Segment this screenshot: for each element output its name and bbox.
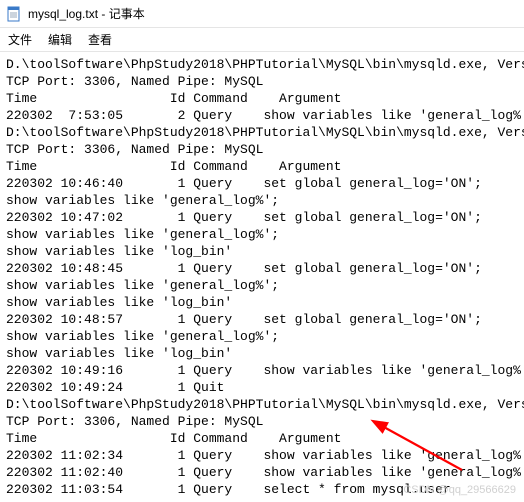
notepad-icon <box>6 6 22 22</box>
menu-file[interactable]: 文件 <box>8 31 32 48</box>
watermark: CSDN @qq_29566629 <box>403 484 516 496</box>
window-title: mysql_log.txt - 记事本 <box>28 5 145 22</box>
menubar: 文件 编辑 查看 <box>0 28 524 52</box>
menu-edit[interactable]: 编辑 <box>48 31 72 48</box>
titlebar: mysql_log.txt - 记事本 <box>0 0 524 28</box>
menu-view[interactable]: 查看 <box>88 31 112 48</box>
log-content[interactable]: D.\toolSoftware\PhpStudy2018\PHPTutorial… <box>0 52 524 502</box>
